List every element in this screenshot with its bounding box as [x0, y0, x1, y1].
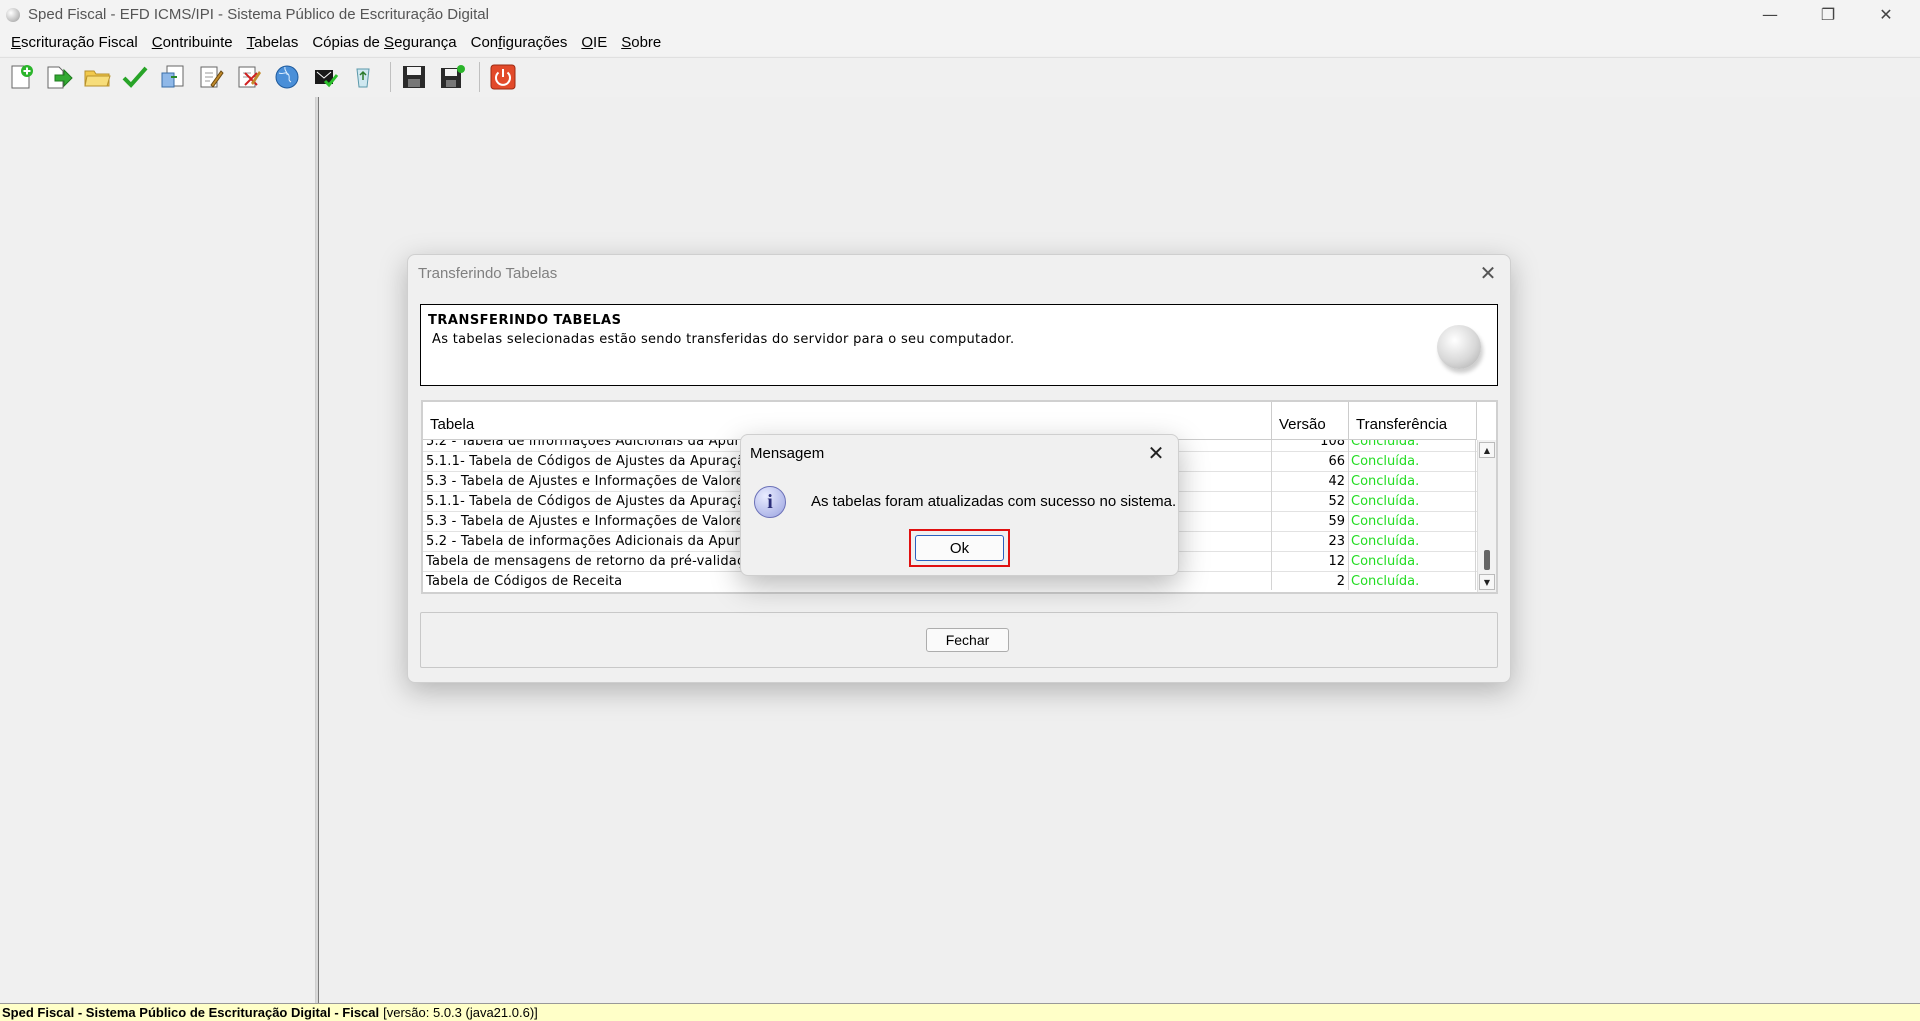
cell-versao: 2 — [1272, 572, 1349, 590]
menu-label: obre — [631, 34, 662, 51]
message-close-icon[interactable]: ✕ — [1144, 441, 1168, 465]
cell-versao: 12 — [1272, 552, 1349, 572]
toolbar-separator — [479, 61, 480, 92]
sign-icon[interactable] — [194, 60, 228, 94]
new-file-icon[interactable] — [4, 60, 38, 94]
window-title: Sped Fiscal - EFD ICMS/IPI - Sistema Púb… — [28, 6, 489, 23]
restore-button[interactable]: ❐ — [1800, 0, 1856, 29]
menu-label: abelas — [254, 34, 299, 51]
status-version: [versão: 5.0.3 (java21.0.6)] — [383, 1005, 538, 1020]
cell-status: Concluída. — [1349, 452, 1476, 472]
scrollbar-thumb[interactable] — [1484, 550, 1490, 570]
toolbar — [0, 57, 1920, 95]
receipt-icon[interactable] — [308, 60, 342, 94]
recycle-icon[interactable] — [346, 60, 380, 94]
menu-mnemonic: S — [384, 34, 395, 51]
header-subtitle: As tabelas selecionadas estão sendo tran… — [432, 332, 1015, 347]
cell-versao: 59 — [1272, 512, 1349, 532]
dialog-button-panel: Fechar — [420, 612, 1498, 668]
menu-mnemonic: S — [621, 34, 632, 51]
power-off-icon[interactable] — [486, 60, 520, 94]
cell-status: Concluída. — [1349, 552, 1476, 572]
scroll-down-icon[interactable]: ▼ — [1479, 574, 1495, 590]
globe-icon — [1437, 325, 1481, 369]
cell-status: Concluída. — [1349, 492, 1476, 512]
left-navigation-panel — [0, 97, 316, 1003]
menu-mnemonic: O — [581, 34, 594, 51]
status-app-name: Sped Fiscal - Sistema Público de Escritu… — [2, 1005, 380, 1020]
transmit-icon[interactable] — [156, 60, 190, 94]
cell-versao: 108 — [1272, 440, 1349, 452]
menu-configuracoes[interactable]: Configurações — [464, 34, 575, 51]
menu-escrituracao-fiscal[interactable]: Escrituração Fiscal — [4, 34, 145, 51]
save-as-icon[interactable] — [435, 60, 469, 94]
validate-check-icon[interactable] — [118, 60, 152, 94]
dialog-header: TRANSFERINDO TABELAS As tabelas selecion… — [420, 304, 1498, 386]
app-icon — [6, 7, 20, 22]
menu-label: ontribuinte — [162, 34, 233, 51]
menu-mnemonic: E — [11, 34, 22, 51]
open-folder-icon[interactable] — [80, 60, 114, 94]
cell-status: Concluída. — [1349, 532, 1476, 552]
cell-status: Concluída. — [1349, 512, 1476, 532]
info-icon: i — [754, 486, 786, 518]
menu-mnemonic: C — [151, 34, 163, 51]
title-bar: Sped Fiscal - EFD ICMS/IPI - Sistema Púb… — [0, 0, 1920, 29]
cell-versao: 23 — [1272, 532, 1349, 552]
message-title: Mensagem — [750, 445, 825, 462]
cell-versao: 66 — [1272, 452, 1349, 472]
message-text: As tabelas foram atualizadas com sucesso… — [811, 493, 1177, 510]
minimize-button[interactable]: — — [1742, 0, 1798, 29]
close-window-button[interactable]: ✕ — [1858, 0, 1914, 29]
cell-versao: 52 — [1272, 492, 1349, 512]
menu-sobre[interactable]: Sobre — [614, 34, 668, 51]
message-dialog: Mensagem ✕ i As tabelas foram atualizada… — [740, 434, 1179, 576]
menu-bar: Escrituração Fiscal Contribuinte Tabelas… — [0, 29, 1920, 56]
cell-status: Concluída. — [1349, 472, 1476, 492]
status-bar: Sped Fiscal - Sistema Público de Escritu… — [0, 1003, 1920, 1021]
dialog-title: Transferindo Tabelas — [418, 265, 558, 282]
ok-button[interactable]: Ok — [915, 535, 1004, 561]
menu-label: Con — [470, 34, 499, 51]
header-title: TRANSFERINDO TABELAS — [428, 313, 622, 328]
ok-button-highlight: Ok — [909, 529, 1010, 567]
fechar-button[interactable]: Fechar — [926, 628, 1009, 652]
edit-sign-icon[interactable] — [232, 60, 266, 94]
menu-label: egurança — [394, 34, 457, 51]
column-header-transferencia[interactable]: Transferência — [1349, 402, 1477, 440]
menu-contribuinte[interactable]: Contribuinte — [145, 34, 240, 51]
menu-copias-de-seguranca[interactable]: Cópias de Segurança — [305, 34, 463, 51]
scroll-up-icon[interactable]: ▲ — [1479, 442, 1495, 458]
cell-versao: 42 — [1272, 472, 1349, 492]
menu-oie[interactable]: OIE — [574, 34, 614, 51]
cell-status: Concluída. — [1349, 572, 1476, 590]
menu-label: scrituração Fiscal — [21, 34, 138, 51]
menu-tabelas[interactable]: Tabelas — [240, 34, 306, 51]
globe-icon[interactable] — [270, 60, 304, 94]
grid-vertical-scrollbar[interactable]: ▲ ▼ — [1477, 440, 1496, 592]
import-icon[interactable] — [42, 60, 76, 94]
save-icon[interactable] — [397, 60, 431, 94]
menu-label: IE — [593, 34, 608, 51]
toolbar-separator — [390, 61, 391, 92]
menu-mnemonic: T — [246, 34, 255, 51]
column-header-versao[interactable]: Versão — [1272, 402, 1349, 440]
cell-status: Concluída. — [1349, 440, 1476, 452]
menu-label: igurações — [502, 34, 568, 51]
dialog-close-icon[interactable]: ✕ — [1476, 261, 1500, 285]
menu-label: Cópias de — [312, 34, 385, 51]
